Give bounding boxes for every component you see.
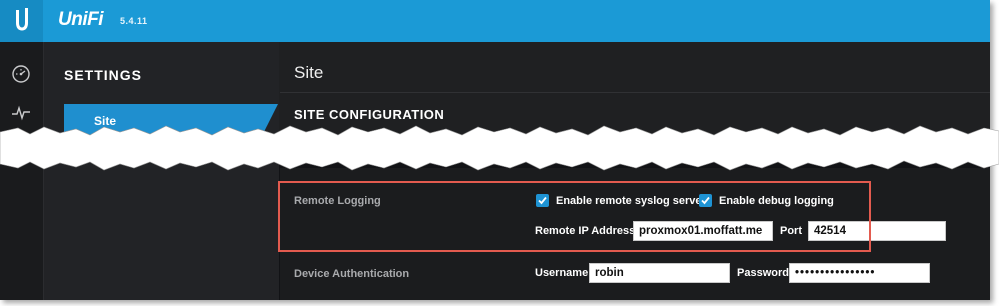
brand-logo: UniFi bbox=[58, 9, 104, 30]
password-label: Password bbox=[737, 267, 789, 279]
username-input[interactable]: robin bbox=[589, 263, 730, 283]
header-divider bbox=[280, 92, 990, 93]
password-input[interactable]: •••••••••••••••• bbox=[789, 263, 930, 283]
torn-edge bbox=[0, 125, 999, 171]
page-title: Site bbox=[294, 63, 324, 82]
username-label: Username bbox=[535, 267, 589, 279]
remote-logging-highlight bbox=[278, 181, 871, 252]
top-bar: UniFi 5.4.11 bbox=[0, 0, 990, 42]
logo-box[interactable] bbox=[0, 0, 43, 42]
dashboard-gauge-icon[interactable] bbox=[11, 64, 31, 84]
device-auth-label: Device Authentication bbox=[294, 268, 410, 280]
ubiquiti-logo-icon bbox=[16, 8, 28, 31]
settings-title: SETTINGS bbox=[64, 67, 143, 83]
version-label: 5.4.11 bbox=[120, 16, 148, 26]
